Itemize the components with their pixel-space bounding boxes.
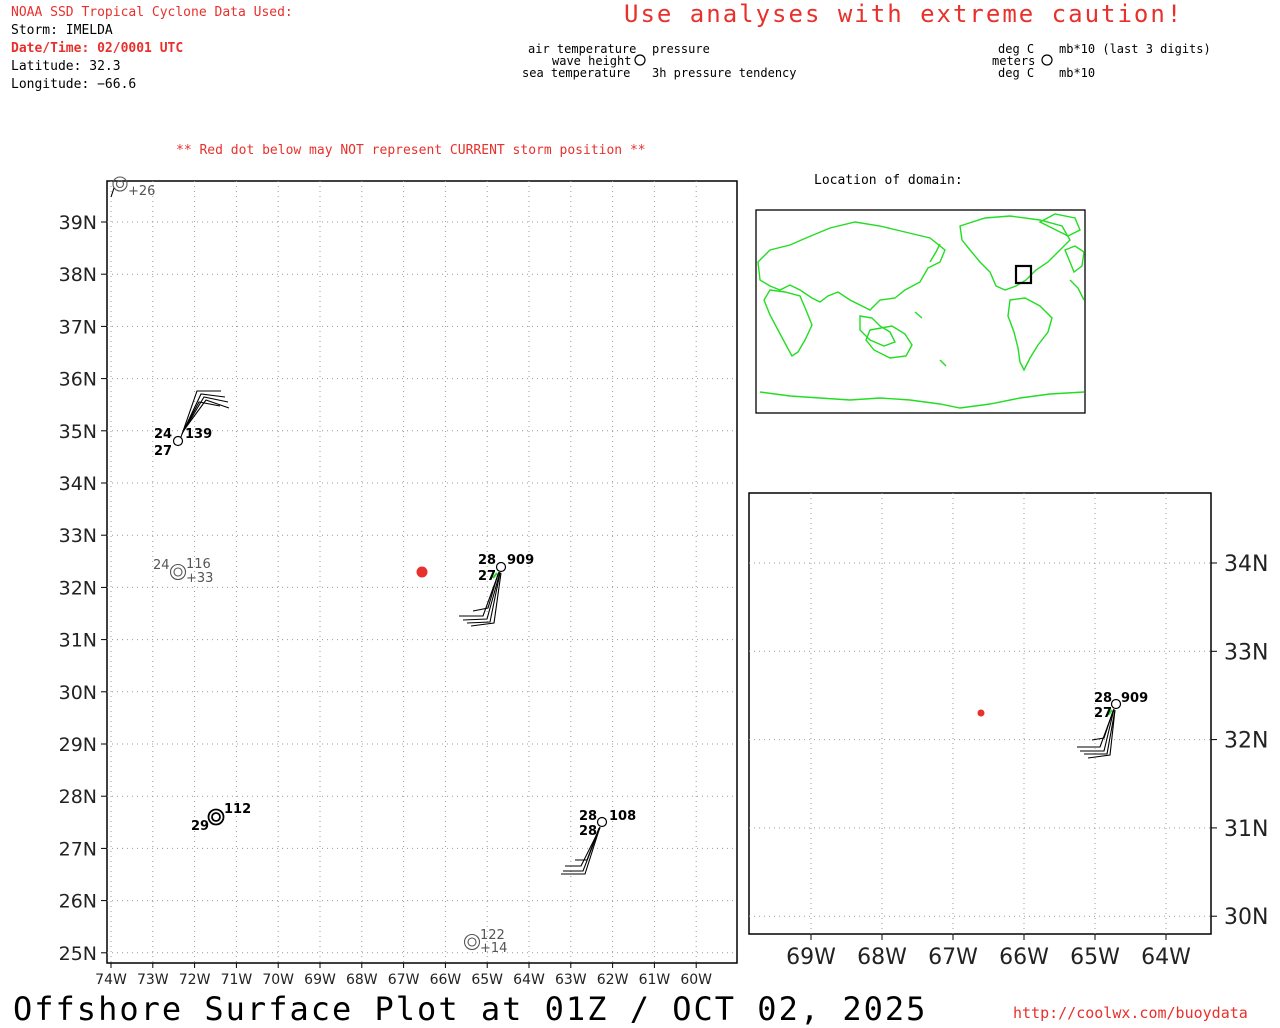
lat-label: 30N [1224,905,1268,930]
station-circle [495,561,507,573]
main-map-longitude-labels: 74W 73W 72W 71W 70W 69W 68W 67W 66W 65W 64W 63W 62W 6… [95,963,712,988]
lon-label: 72W [179,972,211,988]
station-sea-temp: 27 [1094,706,1112,721]
station-circle [596,816,608,828]
zoom-storm-position-dot [977,709,985,717]
legend-units-circle [1041,54,1053,66]
station-tendency: +14 [480,941,507,956]
lon-label: 69W [304,972,336,988]
lat-label: 32N [59,577,97,599]
station-circle [172,435,184,447]
station-sea-temp: 28 [579,824,597,839]
lon-label: 71W [221,972,253,988]
zoom-map-longitude-labels: 69W 68W 67W 66W 65W 64W [786,934,1191,970]
station-sea-temp: 27 [478,569,496,584]
station-air-temp: 24 [153,558,170,573]
world-locator-map [755,209,1086,414]
lat-label: 25N [59,943,97,965]
world-map-frame [755,209,1086,414]
lon-label: 60W [680,972,712,988]
lon-label: 64W [1141,945,1191,970]
station-air-temp: 24 [154,427,172,442]
lon-label: 73W [137,972,169,988]
lat-label: 28N [59,786,97,808]
lon-label: 66W [999,945,1049,970]
station-pressure: 909 [1121,691,1148,706]
lat-label: 35N [59,421,97,443]
footer-title: Offshore Surface Plot at 01Z / OCT 02, 2… [13,990,928,1028]
station-sea-temp: 27 [154,444,172,459]
main-map-latitude-labels: 39N 38N 37N 36N 35N 34N 33N 32N 31N 30N 29N 28N 27N 2… [59,212,107,965]
lon-label: 64W [513,972,545,988]
lat-label: 33N [1224,640,1268,665]
lat-label: 31N [1224,817,1268,842]
lat-label: 34N [59,473,97,495]
lon-label: 65W [1070,945,1120,970]
station-tendency: +33 [186,571,213,586]
lat-label: 33N [59,525,97,547]
lat-label: 34N [1224,552,1268,577]
station-tendency: +26 [128,184,155,199]
station-air-temp: 28 [579,809,597,824]
station-pressure: 116 [186,557,211,572]
legend-station-circle [634,54,646,66]
lat-label: 39N [59,212,97,234]
station-pressure: 112 [224,802,251,817]
station-air-temp: 28 [478,553,496,568]
station-pressure: 909 [507,553,534,568]
lat-label: 37N [59,316,97,338]
footer-url[interactable]: http://coolwx.com/buoydata [1013,1004,1248,1022]
lat-label: 32N [1224,729,1268,754]
zoom-map-latitude-labels: 34N 33N 32N 31N 30N [1211,552,1268,930]
station-air-temp: 29 [191,819,209,834]
lat-label: 26N [59,891,97,913]
surface-plot-canvas: 39N 38N 37N 36N 35N 34N 33N 32N 31N 30N 29N 28N 27N 2… [59,54,1268,988]
station-circle [1110,698,1122,710]
lon-label: 61W [639,972,671,988]
lon-label: 68W [857,945,907,970]
station-air-temp: 28 [1094,691,1112,706]
station-pressure: 108 [609,809,636,824]
lon-label: 69W [786,945,836,970]
lon-label: 62W [597,972,629,988]
storm-position-dot [416,566,428,578]
lon-label: 66W [430,972,462,988]
lon-label: 74W [95,972,127,988]
station-pressure: 139 [185,427,212,442]
lat-label: 27N [59,838,97,860]
main-map: 39N 38N 37N 36N 35N 34N 33N 32N 31N 30N 29N 28N 27N 2… [59,176,738,988]
lat-label: 31N [59,630,97,652]
zoom-map: 34N 33N 32N 31N 30N 69W 68W 67W 66W 65W 64W 28 27… [748,492,1268,970]
lat-label: 38N [59,264,97,286]
lat-label: 29N [59,734,97,756]
lon-label: 68W [346,972,378,988]
lat-label: 30N [59,682,97,704]
lon-label: 67W [388,972,420,988]
lat-label: 36N [59,369,97,391]
lon-label: 65W [471,972,503,988]
lon-label: 70W [262,972,294,988]
lon-label: 63W [555,972,587,988]
lon-label: 67W [928,945,978,970]
